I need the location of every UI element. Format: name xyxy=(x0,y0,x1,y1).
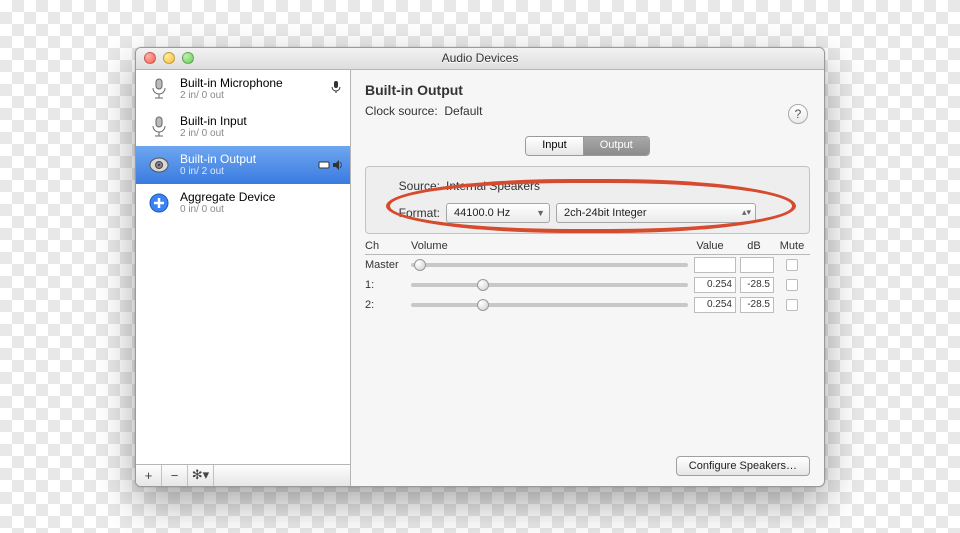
volume-row-2: 2: 0.254 -28.5 xyxy=(365,295,810,315)
speaker-icon xyxy=(146,152,172,178)
col-volume: Volume xyxy=(411,240,686,252)
main-panel: Built-in Output Clock source: Default ? … xyxy=(351,70,824,486)
microphone-icon xyxy=(146,76,172,102)
tab-input[interactable]: Input xyxy=(526,137,583,155)
clock-source-row: Clock source: Default xyxy=(365,104,810,118)
sample-rate-value: 44100.0 Hz xyxy=(454,207,510,219)
device-io: 0 in/ 2 out xyxy=(180,166,310,177)
device-name: Built-in Microphone xyxy=(180,76,322,90)
clock-source-value: Default xyxy=(444,104,482,118)
gear-menu-button[interactable]: ✻▾ xyxy=(188,465,214,486)
zoom-icon[interactable] xyxy=(182,52,194,64)
device-sidebar: Built-in Microphone 2 in/ 0 out Built-in… xyxy=(136,70,351,486)
sample-rate-select[interactable]: 44100.0 Hz ▼ xyxy=(446,203,550,223)
source-label: Source: xyxy=(380,179,440,193)
tab-output[interactable]: Output xyxy=(584,137,649,155)
window-body: Built-in Microphone 2 in/ 0 out Built-in… xyxy=(136,70,824,486)
line-in-icon xyxy=(146,114,172,140)
db-box[interactable]: -28.5 xyxy=(740,277,774,293)
remove-device-button[interactable]: − xyxy=(162,465,188,486)
io-tabs: Input Output xyxy=(365,136,810,156)
clock-source-label: Clock source: xyxy=(365,104,438,118)
bit-depth-select[interactable]: 2ch-24bit Integer ▴▾ xyxy=(556,203,756,223)
window-title: Audio Devices xyxy=(136,51,824,65)
value-box[interactable]: 0.254 xyxy=(694,277,736,293)
aggregate-icon xyxy=(146,190,172,216)
bit-depth-value: 2ch-24bit Integer xyxy=(564,207,647,219)
close-icon[interactable] xyxy=(144,52,156,64)
mute-checkbox[interactable] xyxy=(786,299,798,311)
col-ch: Ch xyxy=(365,240,411,252)
col-value: Value xyxy=(686,240,734,252)
page-title: Built-in Output xyxy=(365,82,810,98)
channel-label: 2: xyxy=(365,299,411,311)
device-list: Built-in Microphone 2 in/ 0 out Built-in… xyxy=(136,70,350,464)
col-db: dB xyxy=(734,240,774,252)
minimize-icon[interactable] xyxy=(163,52,175,64)
device-io: 2 in/ 0 out xyxy=(180,128,342,139)
channel-label: Master xyxy=(365,259,411,271)
device-name: Built-in Output xyxy=(180,152,310,166)
device-name: Aggregate Device xyxy=(180,190,342,204)
mute-checkbox[interactable] xyxy=(786,259,798,271)
col-mute: Mute xyxy=(774,240,810,252)
updown-icon: ▴▾ xyxy=(742,207,751,218)
default-input-badge-icon xyxy=(330,80,342,97)
volume-row-1: 1: 0.254 -28.5 xyxy=(365,275,810,295)
value-box[interactable]: 0.254 xyxy=(694,297,736,313)
device-item-input[interactable]: Built-in Input 2 in/ 0 out xyxy=(136,108,350,146)
chevron-down-icon: ▼ xyxy=(536,208,545,218)
device-item-mic[interactable]: Built-in Microphone 2 in/ 0 out xyxy=(136,70,350,108)
sidebar-footer: + − ✻▾ xyxy=(136,464,350,486)
traffic-lights xyxy=(136,52,194,64)
volume-table: Ch Volume Value dB Mute Master 1: 0.25 xyxy=(365,240,810,315)
device-item-aggregate[interactable]: Aggregate Device 0 in/ 0 out xyxy=(136,184,350,222)
audio-devices-window: Audio Devices Built-in Microphone 2 in/ … xyxy=(135,47,825,487)
volume-slider-master[interactable] xyxy=(411,263,688,267)
mute-checkbox[interactable] xyxy=(786,279,798,291)
help-button[interactable]: ? xyxy=(788,104,808,124)
device-item-output[interactable]: Built-in Output 0 in/ 2 out xyxy=(136,146,350,184)
db-box[interactable] xyxy=(740,257,774,273)
device-io: 2 in/ 0 out xyxy=(180,90,322,101)
format-panel: Source: Internal Speakers Format: 44100.… xyxy=(365,166,810,234)
device-name: Built-in Input xyxy=(180,114,342,128)
format-label: Format: xyxy=(380,206,440,220)
volume-header: Ch Volume Value dB Mute xyxy=(365,240,810,255)
titlebar[interactable]: Audio Devices xyxy=(136,48,824,70)
value-box[interactable] xyxy=(694,257,736,273)
device-io: 0 in/ 0 out xyxy=(180,204,342,215)
configure-speakers-button[interactable]: Configure Speakers… xyxy=(676,456,810,476)
volume-row-master: Master xyxy=(365,255,810,275)
add-device-button[interactable]: + xyxy=(136,465,162,486)
volume-slider-1[interactable] xyxy=(411,283,688,287)
db-box[interactable]: -28.5 xyxy=(740,297,774,313)
channel-label: 1: xyxy=(365,279,411,291)
source-value: Internal Speakers xyxy=(446,179,540,193)
default-output-badge-icon xyxy=(318,160,342,170)
volume-slider-2[interactable] xyxy=(411,303,688,307)
